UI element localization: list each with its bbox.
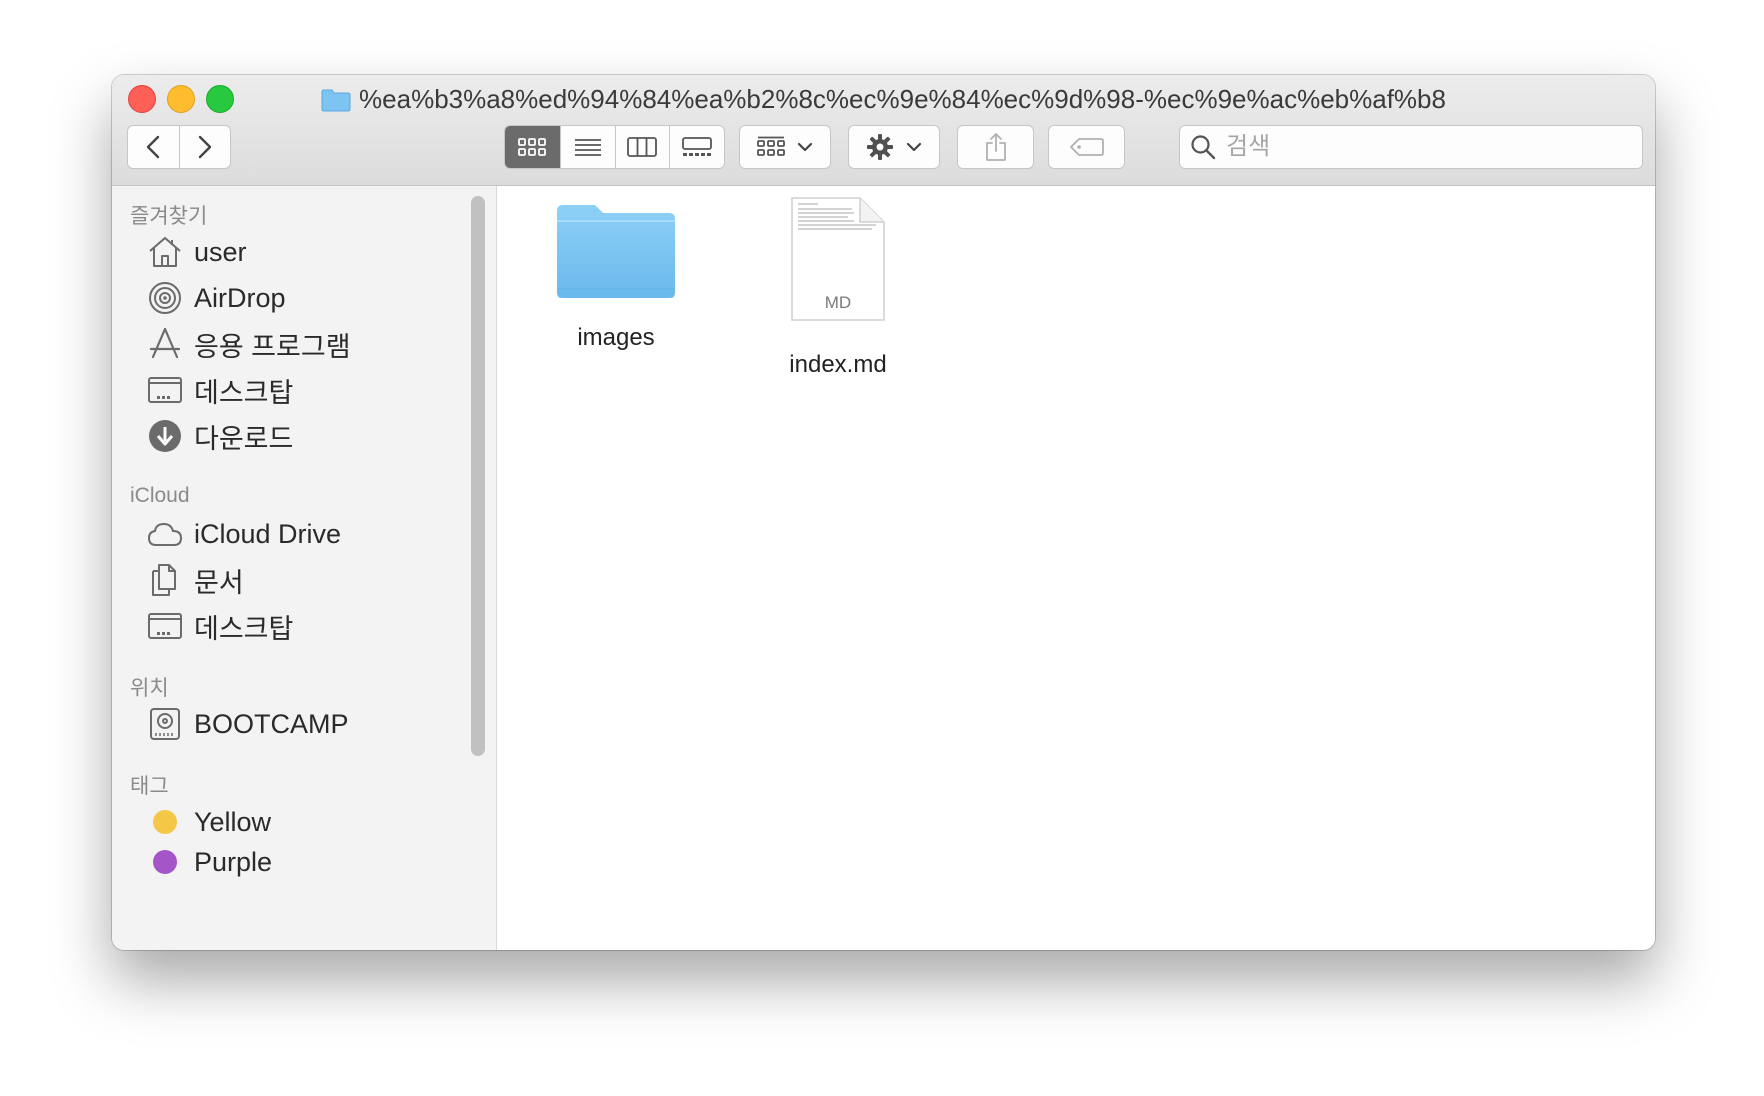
sidebar-item-label: 문서 bbox=[194, 567, 244, 598]
share-button[interactable] bbox=[957, 125, 1034, 169]
file-name: images bbox=[577, 324, 655, 351]
tag-button[interactable] bbox=[1048, 125, 1125, 169]
back-button[interactable] bbox=[128, 126, 179, 168]
tag-icon bbox=[1069, 138, 1104, 156]
sidebar-scrollbar[interactable] bbox=[471, 196, 485, 756]
sidebar-item-icloud-desktop[interactable]: 데스크탑 bbox=[146, 606, 293, 646]
desktop-icon bbox=[146, 371, 184, 409]
search-icon bbox=[1191, 135, 1216, 160]
sidebar-item-user[interactable]: user bbox=[146, 232, 247, 272]
sidebar-item-icloud-drive[interactable]: iCloud Drive bbox=[146, 514, 341, 554]
forward-button[interactable] bbox=[178, 126, 231, 168]
cloud-icon bbox=[146, 515, 184, 553]
list-view-button[interactable] bbox=[559, 126, 615, 168]
icon-view-button[interactable] bbox=[505, 126, 560, 168]
share-icon bbox=[985, 133, 1006, 161]
home-icon bbox=[146, 233, 184, 271]
sidebar-item-tag-purple[interactable]: Purple bbox=[146, 842, 272, 882]
sidebar-item-label: BOOTCAMP bbox=[194, 708, 349, 739]
sidebar-item-label: 다운로드 bbox=[194, 423, 294, 454]
tag-color-dot bbox=[146, 843, 184, 881]
sidebar-section-tags: 태그 bbox=[130, 775, 169, 798]
tag-color-dot bbox=[146, 803, 184, 841]
chevron-down-icon bbox=[906, 142, 922, 152]
file-item-index-md[interactable]: MD index.md bbox=[763, 196, 913, 379]
desktop-icon bbox=[146, 607, 184, 645]
icon-grid-icon bbox=[518, 138, 547, 156]
finder-window: %ea%b3%a8%ed%94%84%ea%b2%8c%ec%9e%84%ec%… bbox=[112, 75, 1655, 950]
sidebar-item-label: 데스크탑 bbox=[194, 377, 294, 408]
chevron-down-icon bbox=[797, 142, 813, 152]
sidebar-item-label: Purple bbox=[194, 846, 273, 877]
sidebar-item-documents[interactable]: 문서 bbox=[146, 560, 244, 600]
window-title-bar: %ea%b3%a8%ed%94%84%ea%b2%8c%ec%9e%84%ec%… bbox=[112, 83, 1655, 115]
folder-icon bbox=[557, 205, 675, 298]
markdown-file-icon: MD bbox=[791, 197, 885, 321]
column-view-button[interactable] bbox=[614, 126, 670, 168]
sidebar-item-bootcamp[interactable]: BOOTCAMP bbox=[146, 704, 349, 744]
sidebar-item-downloads[interactable]: 다운로드 bbox=[146, 416, 293, 456]
list-icon bbox=[574, 139, 601, 156]
gallery-icon bbox=[682, 137, 713, 156]
applications-icon bbox=[146, 325, 184, 363]
group-by-button[interactable] bbox=[739, 125, 831, 169]
chevron-right-icon bbox=[198, 135, 211, 159]
chevron-left-icon bbox=[147, 135, 160, 159]
airdrop-icon bbox=[146, 279, 184, 317]
group-grid-icon bbox=[757, 136, 785, 156]
columns-icon bbox=[627, 137, 658, 157]
disk-icon bbox=[146, 705, 184, 743]
view-mode-group bbox=[504, 125, 725, 169]
sidebar: 즐겨찾기 user AirDrop 응용 프로그램 데스크탑 다운로드 iClo… bbox=[112, 186, 497, 950]
sidebar-item-label: Yellow bbox=[194, 806, 272, 837]
sidebar-item-label: 데스크탑 bbox=[194, 613, 294, 644]
svg-text:MD: MD bbox=[825, 293, 851, 312]
documents-icon bbox=[146, 561, 184, 599]
titlebar: %ea%b3%a8%ed%94%84%ea%b2%8c%ec%9e%84%ec%… bbox=[112, 75, 1655, 186]
sidebar-item-tag-yellow[interactable]: Yellow bbox=[146, 802, 271, 842]
file-name: index.md bbox=[789, 351, 887, 378]
window-title: %ea%b3%a8%ed%94%84%ea%b2%8c%ec%9e%84%ec%… bbox=[359, 84, 1446, 114]
file-item-images[interactable]: images bbox=[541, 201, 691, 352]
folder-icon bbox=[321, 89, 351, 112]
download-icon bbox=[146, 417, 184, 455]
sidebar-section-icloud: iCloud bbox=[130, 484, 190, 507]
sidebar-item-airdrop[interactable]: AirDrop bbox=[146, 278, 286, 318]
sidebar-item-label: AirDrop bbox=[194, 282, 286, 313]
gear-icon bbox=[867, 134, 893, 160]
sidebar-section-favorites: 즐겨찾기 bbox=[130, 205, 208, 228]
gallery-view-button[interactable] bbox=[669, 126, 724, 168]
sidebar-item-label: 응용 프로그램 bbox=[194, 331, 351, 362]
sidebar-item-label: user bbox=[194, 236, 247, 267]
sidebar-section-locations: 위치 bbox=[130, 677, 169, 700]
sidebar-item-applications[interactable]: 응용 프로그램 bbox=[146, 324, 351, 364]
file-browser-content[interactable]: images MD index.md bbox=[497, 186, 1655, 950]
search-field[interactable] bbox=[1179, 125, 1643, 169]
search-input[interactable] bbox=[1224, 132, 1628, 162]
action-menu-button[interactable] bbox=[848, 125, 940, 169]
sidebar-item-desktop[interactable]: 데스크탑 bbox=[146, 370, 293, 410]
sidebar-item-label: iCloud Drive bbox=[194, 518, 342, 549]
nav-button-group bbox=[127, 125, 231, 169]
